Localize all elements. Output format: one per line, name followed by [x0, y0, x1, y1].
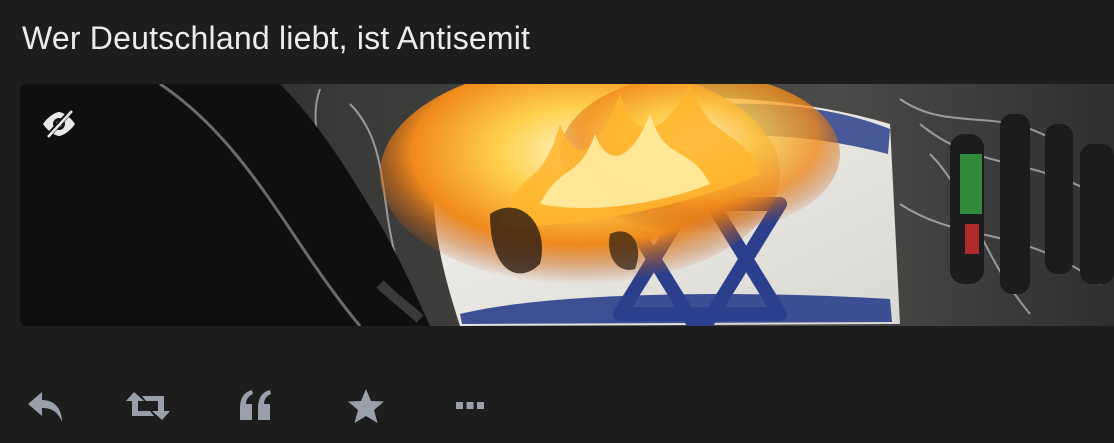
retweet-icon [126, 392, 170, 420]
boost-button[interactable] [122, 380, 174, 432]
eye-slash-icon [43, 109, 75, 139]
media-image [20, 84, 1114, 326]
reply-button[interactable] [20, 380, 72, 432]
quote-button[interactable] [230, 380, 282, 432]
media-attachment[interactable] [20, 84, 1114, 326]
post-card: Wer Deutschland liebt, ist Antisemit [0, 0, 1114, 443]
post-title: Wer Deutschland liebt, ist Antisemit [22, 20, 531, 56]
quote-icon [240, 390, 271, 420]
favourite-button[interactable] [340, 380, 392, 432]
star-icon [348, 389, 384, 423]
hide-media-button[interactable] [36, 106, 82, 142]
reply-icon [28, 392, 62, 422]
more-button[interactable] [444, 380, 496, 432]
ellipsis-icon [456, 402, 484, 409]
post-actions [0, 380, 1114, 432]
